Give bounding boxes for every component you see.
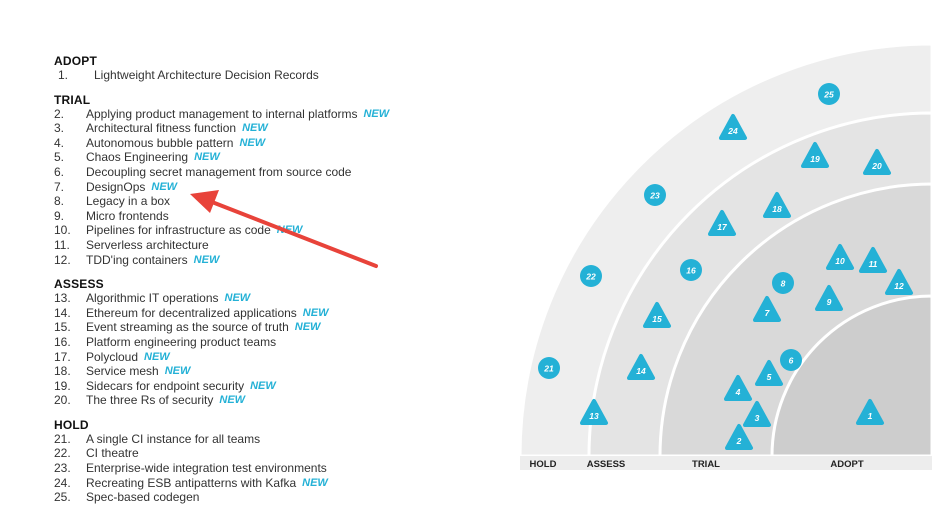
arrow-shaft [210, 200, 378, 268]
annotation-arrow [190, 190, 378, 268]
